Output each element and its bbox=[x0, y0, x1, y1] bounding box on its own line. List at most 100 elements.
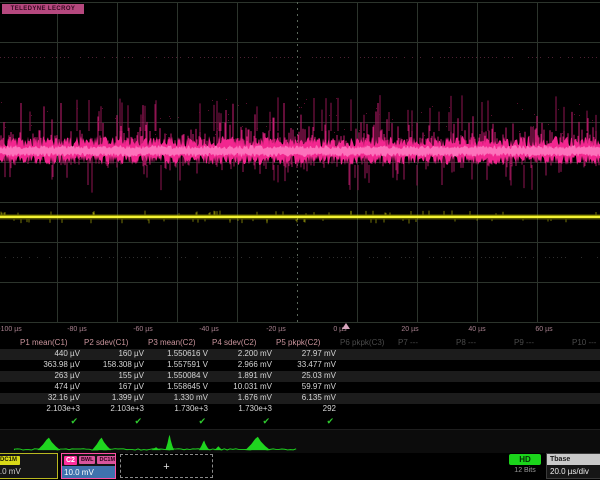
add-trace-button[interactable]: + bbox=[120, 454, 213, 478]
measure-value bbox=[454, 360, 512, 371]
descriptor-toolbar: C1 DC1M 10.0 mV C2 BWL DC1M 10.0 mV + HD… bbox=[0, 453, 600, 480]
time-axis-label: -100 µs bbox=[0, 326, 22, 333]
channel-c1-descriptor[interactable]: C1 DC1M 10.0 mV bbox=[0, 453, 58, 479]
measure-value bbox=[570, 371, 600, 382]
time-axis-label: -40 µs bbox=[199, 326, 219, 333]
waveform-display-grid[interactable] bbox=[0, 0, 600, 338]
measure-value bbox=[570, 404, 600, 415]
measure-value: 10.031 mV bbox=[210, 382, 274, 393]
measure-status-check: ✔ bbox=[18, 415, 82, 426]
channel-c2-descriptor[interactable]: C2 BWL DC1M 10.0 mV bbox=[61, 453, 116, 479]
measure-column-header: P9 --- bbox=[512, 338, 570, 349]
c1-coupling-badge: DC1M bbox=[0, 456, 20, 465]
measure-value: 155 µV bbox=[82, 371, 146, 382]
measure-value bbox=[338, 393, 396, 404]
measure-value bbox=[454, 404, 512, 415]
measure-value: 363.98 µV bbox=[18, 360, 82, 371]
measure-value: 2.103e+3 bbox=[18, 404, 82, 415]
measure-value: 1.676 mV bbox=[210, 393, 274, 404]
time-axis: -100 µs-80 µs-60 µs-40 µs-20 µs0 µs20 µs… bbox=[0, 322, 600, 338]
measure-value bbox=[512, 382, 570, 393]
measure-value: 1.399 µV bbox=[82, 393, 146, 404]
measure-value bbox=[454, 349, 512, 360]
measure-value: 292 bbox=[274, 404, 338, 415]
c2-label: C2 bbox=[64, 456, 77, 465]
measure-value: 27.97 mV bbox=[274, 349, 338, 360]
measure-value: 2.200 mV bbox=[210, 349, 274, 360]
measurement-table: P1 mean(C1)P2 sdev(C1)P3 mean(C2)P4 sdev… bbox=[0, 338, 600, 430]
measure-value bbox=[396, 349, 454, 360]
measure-column-header[interactable]: P1 mean(C1) bbox=[18, 338, 82, 349]
measure-value bbox=[396, 371, 454, 382]
measure-value: 2.103e+3 bbox=[82, 404, 146, 415]
measure-value bbox=[454, 371, 512, 382]
lecroy-logo-badge: TELEDYNE LECROY bbox=[2, 4, 84, 14]
measure-value: 1.891 mV bbox=[210, 371, 274, 382]
measure-value: 167 µV bbox=[82, 382, 146, 393]
measure-value: 1.730e+3 bbox=[146, 404, 210, 415]
time-axis-label: 40 µs bbox=[468, 326, 485, 333]
measure-value bbox=[338, 404, 396, 415]
measure-value bbox=[570, 360, 600, 371]
timebase-value: 20.0 µs/div bbox=[547, 465, 600, 478]
measure-value bbox=[338, 371, 396, 382]
resolution-label: 12 Bits bbox=[505, 467, 545, 474]
measure-column-header[interactable]: P4 sdev(C2) bbox=[210, 338, 274, 349]
measure-value bbox=[512, 404, 570, 415]
measure-column-header[interactable]: P5 pkpk(C2) bbox=[274, 338, 338, 349]
measure-value: 440 µV bbox=[18, 349, 82, 360]
measure-value: 1.330 mV bbox=[146, 393, 210, 404]
measure-status-check: ✔ bbox=[210, 415, 274, 426]
c2-volts-per-div: 10.0 mV bbox=[62, 466, 115, 479]
measure-value bbox=[570, 349, 600, 360]
measure-value bbox=[454, 382, 512, 393]
measure-value: 59.97 mV bbox=[274, 382, 338, 393]
time-axis-label: 20 µs bbox=[401, 326, 418, 333]
measure-value bbox=[570, 393, 600, 404]
histicon-peak bbox=[245, 437, 270, 450]
c1-descriptor-top: C1 DC1M bbox=[0, 454, 57, 466]
measure-status-check bbox=[338, 415, 396, 426]
measure-value bbox=[338, 382, 396, 393]
measure-value bbox=[570, 382, 600, 393]
measure-value: 32.16 µV bbox=[18, 393, 82, 404]
measure-value bbox=[512, 360, 570, 371]
measure-value: 1.557591 V bbox=[146, 360, 210, 371]
measure-column-header[interactable]: P2 sdev(C1) bbox=[82, 338, 146, 349]
measure-status-check: ✔ bbox=[146, 415, 210, 426]
measure-value: 2.966 mV bbox=[210, 360, 274, 371]
measure-status-check bbox=[396, 415, 454, 426]
measure-value: 6.135 mV bbox=[274, 393, 338, 404]
measure-value: 25.03 mV bbox=[274, 371, 338, 382]
measure-value: 1.550616 V bbox=[146, 349, 210, 360]
trigger-position-marker[interactable] bbox=[342, 323, 350, 329]
measure-value: 1.558645 V bbox=[146, 382, 210, 393]
c1-trace bbox=[0, 211, 600, 224]
histicon-peak bbox=[214, 446, 223, 450]
timebase-descriptor[interactable]: Tbase 20.0 µs/div bbox=[546, 453, 600, 479]
measure-column-header: P10 --- bbox=[570, 338, 600, 349]
oscilloscope-screen: TELEDYNE LECROY -100 µs-80 µs-60 µs-40 µ… bbox=[0, 0, 600, 480]
c1-volts-per-div: 10.0 mV bbox=[0, 466, 57, 478]
measure-status-check bbox=[512, 415, 570, 426]
histicon-peak bbox=[165, 435, 174, 450]
hd-mode-badge[interactable]: HD bbox=[509, 454, 541, 465]
timebase-label: Tbase bbox=[547, 454, 600, 465]
measure-column-header: P8 --- bbox=[454, 338, 512, 349]
measure-status-check: ✔ bbox=[82, 415, 146, 426]
measure-value bbox=[396, 360, 454, 371]
measure-value: 33.477 mV bbox=[274, 360, 338, 371]
time-axis-label: -80 µs bbox=[67, 326, 87, 333]
measure-column-header: P7 --- bbox=[396, 338, 454, 349]
measure-value bbox=[512, 349, 570, 360]
time-axis-label: -20 µs bbox=[266, 326, 286, 333]
measure-value bbox=[396, 404, 454, 415]
measure-status-check bbox=[454, 415, 512, 426]
time-axis-label: 60 µs bbox=[535, 326, 552, 333]
measure-value: 1.550084 V bbox=[146, 371, 210, 382]
c2-bandwidth-badge: BWL bbox=[79, 456, 96, 464]
histicon-strip[interactable] bbox=[0, 429, 600, 453]
measure-value: 158.308 µV bbox=[82, 360, 146, 371]
measure-column-header[interactable]: P3 mean(C2) bbox=[146, 338, 210, 349]
histicon-peak bbox=[92, 438, 111, 450]
